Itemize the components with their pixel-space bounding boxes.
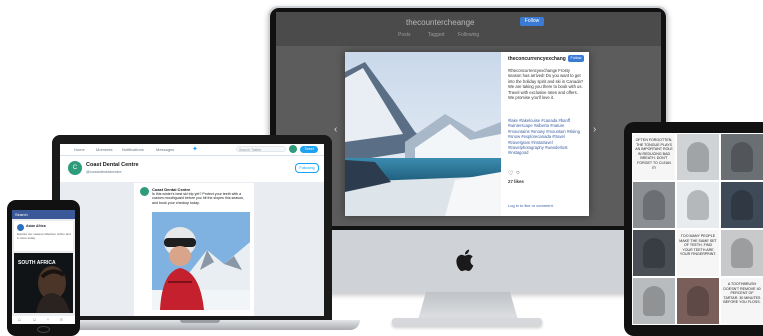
profile-avatar[interactable]: C (68, 161, 82, 175)
photo-subject (731, 238, 753, 268)
follow-button[interactable]: Follow (520, 17, 544, 26)
avatar[interactable] (289, 145, 297, 153)
photo-subject (643, 286, 665, 316)
following-button[interactable]: Following (295, 163, 319, 173)
post-caption: #theconcurrencyexchange Frosty season ha… (508, 68, 584, 101)
post-card: Asian Africa Explore our newest collecti… (14, 221, 73, 251)
photo-subject (643, 238, 665, 268)
post-hashtags: #lake #lakelouise #canada #banff #winter… (508, 118, 580, 156)
photo-subject (687, 142, 709, 172)
bottom-tab-bar: ⌂ ☺ ◔ ≡ (12, 316, 75, 324)
avatar[interactable] (17, 224, 24, 231)
imac-screen: thecountercheange Follow Posts Tagged Fo… (276, 12, 661, 226)
bell-icon[interactable]: ◔ (46, 317, 49, 323)
grid-tile-photo[interactable] (633, 278, 675, 324)
profile-handle: @coastdentalcentre (86, 169, 122, 174)
nav-moments[interactable]: Moments (96, 147, 112, 152)
tile-caption: A toothbrush doesn't remove 40 percent o… (723, 282, 761, 305)
grid-tile-text[interactable]: A toothbrush doesn't remove 40 percent o… (721, 278, 763, 324)
post-sidebar: theconcurrencyexchang Follow #theconcurr… (502, 52, 589, 216)
tile-caption: Often forgotten, the tongue plays an imp… (635, 138, 673, 170)
photo-caption: SOUTH AFRICA (18, 260, 56, 266)
login-prompt[interactable]: Log in to like or comment. (508, 203, 554, 208)
tweet-avatar[interactable] (140, 187, 149, 196)
skier-photo[interactable] (152, 212, 250, 310)
macbook-screen: Home Moments Notifications Messages ✦ Se… (60, 144, 324, 316)
search-input[interactable]: Search Twitter (236, 146, 286, 152)
grid-tile-photo[interactable] (721, 182, 763, 228)
post-text: Explore our newest collection online and… (17, 232, 71, 240)
grid-tile-photo[interactable] (633, 182, 675, 228)
nav-home[interactable]: Home (74, 147, 85, 152)
tab-tagged[interactable]: Tagged (428, 32, 444, 38)
profile-name: thecountercheange (406, 18, 475, 27)
facebook-appbar: Search (12, 210, 75, 219)
instagram-profile-header: thecountercheange Follow Posts Tagged Fo… (276, 12, 661, 46)
twitter-topbar: Home Moments Notifications Messages ✦ Se… (60, 144, 324, 156)
tab-following[interactable]: Following (458, 32, 479, 38)
twitter-bird-icon: ✦ (192, 146, 198, 153)
iphone-screen: Search Asian Africa Explore our newest c… (12, 210, 75, 324)
macbook-notch (180, 320, 220, 323)
photo-subject (731, 142, 753, 172)
grid-tile-photo[interactable] (721, 230, 763, 276)
photo-subject (731, 190, 753, 220)
post-username[interactable]: theconcurrencyexchang (508, 56, 566, 62)
post-follow-button[interactable]: Follow (568, 55, 584, 62)
tweet: Coast Dental Centre Is this winter's bes… (134, 183, 254, 316)
tile-caption: Too many people make the same set of tee… (679, 234, 717, 257)
ipad-screen: Often forgotten, the tongue plays an imp… (632, 133, 763, 325)
prev-arrow-icon[interactable]: ‹ (334, 124, 337, 135)
instagram-post-modal: theconcurrencyexchang Follow #theconcurr… (345, 52, 589, 216)
profile-card: C Coast Dental Centre @coastdentalcentre… (60, 156, 324, 182)
grid-tile-text[interactable]: Too many people make the same set of tee… (677, 230, 719, 276)
tweet-button[interactable]: Tweet (300, 146, 318, 153)
next-arrow-icon[interactable]: › (593, 124, 596, 135)
apple-logo-icon (456, 249, 474, 272)
imac-stand-foot (392, 318, 542, 326)
mountain-lake-photo (345, 52, 501, 216)
post-photo[interactable]: SOUTH AFRICA (14, 253, 73, 313)
photo-subject (687, 286, 709, 316)
nav-messages[interactable]: Messages (156, 147, 174, 152)
grid-tile-photo[interactable] (677, 278, 719, 324)
profile-name[interactable]: Coast Dental Centre (86, 162, 139, 168)
photo-subject (687, 190, 709, 220)
heart-icon[interactable]: ♡ (508, 170, 513, 177)
home-button[interactable] (37, 326, 50, 333)
imac-stand (418, 292, 518, 320)
grid-tile-photo[interactable] (721, 134, 763, 180)
search-bar[interactable]: Search (15, 212, 28, 217)
tab-posts[interactable]: Posts (398, 32, 411, 38)
menu-icon[interactable]: ≡ (60, 317, 63, 323)
nav-notifications[interactable]: Notifications (122, 147, 144, 152)
comment-icon[interactable]: ○ (516, 170, 520, 176)
grid-tile-photo[interactable] (633, 230, 675, 276)
friends-icon[interactable]: ☺ (32, 317, 37, 323)
home-icon[interactable]: ⌂ (18, 317, 21, 323)
grid-tile-photo[interactable] (677, 182, 719, 228)
grid-tile-text[interactable]: Often forgotten, the tongue plays an imp… (633, 134, 675, 180)
tweet-text: Is this winter's best ski trip yet? Prot… (152, 192, 245, 205)
post-author[interactable]: Asian Africa (26, 224, 46, 228)
photo-subject (643, 190, 665, 220)
likes-count: 27 likes (508, 179, 524, 184)
grid-tile-photo[interactable] (677, 134, 719, 180)
